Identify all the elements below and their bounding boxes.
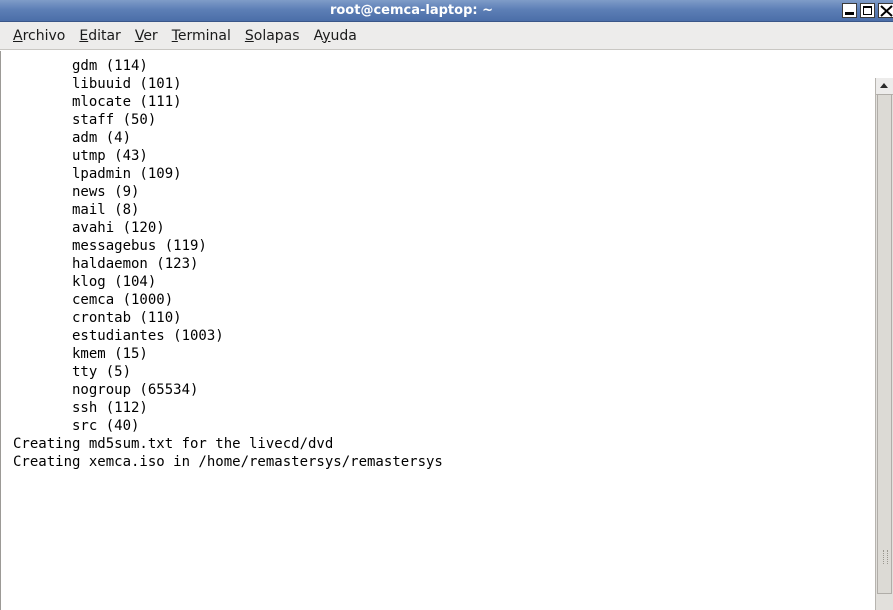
maximize-button[interactable] [860, 3, 875, 18]
terminal-line: utmp (43) [13, 148, 148, 164]
menu-solapas[interactable]: Solapas [245, 28, 300, 44]
menu-editar[interactable]: Editar [79, 28, 120, 44]
terminal-line: mail (8) [13, 202, 140, 218]
terminal-line: cemca (1000) [13, 292, 174, 308]
close-icon [880, 5, 893, 17]
terminal-line: Creating xemca.iso in /home/remastersys/… [13, 454, 443, 470]
menu-ayuda[interactable]: Ayuda [314, 28, 357, 44]
terminal-line: ssh (112) [13, 400, 148, 416]
terminal-line: libuuid (101) [13, 76, 182, 92]
vertical-scrollbar[interactable] [875, 78, 893, 610]
scroll-thumb[interactable] [877, 94, 892, 594]
terminal-line: avahi (120) [13, 220, 165, 236]
terminal-line: adm (4) [13, 130, 132, 146]
terminal-line: klog (104) [13, 274, 157, 290]
menu-terminal[interactable]: Terminal [172, 28, 231, 44]
terminal-output: gdm (114) libuuid (101) mlocate (111) st… [13, 57, 443, 471]
menu-bar: Archivo Editar Ver Terminal Solapas Ayud… [0, 22, 893, 50]
terminal-line: crontab (110) [13, 310, 182, 326]
terminal-line: tty (5) [13, 364, 132, 380]
grip-icon [883, 550, 888, 564]
menu-archivo[interactable]: Archivo [13, 28, 65, 44]
title-bar[interactable]: root@cemca-laptop: ~ [0, 0, 893, 22]
minimize-button[interactable] [842, 3, 857, 18]
terminal-line: mlocate (111) [13, 94, 182, 110]
terminal-line: estudiantes (1003) [13, 328, 224, 344]
terminal-line: gdm (114) [13, 58, 148, 74]
terminal-line: news (9) [13, 184, 140, 200]
terminal-area[interactable]: gdm (114) libuuid (101) mlocate (111) st… [0, 51, 876, 610]
terminal-line: lpadmin (109) [13, 166, 182, 182]
terminal-line: Creating md5sum.txt for the livecd/dvd [13, 436, 334, 452]
scroll-up-button[interactable] [876, 78, 893, 95]
window-title: root@cemca-laptop: ~ [329, 3, 494, 18]
close-button[interactable] [878, 3, 893, 18]
terminal-line: src (40) [13, 418, 140, 434]
terminal-line: kmem (15) [13, 346, 148, 362]
terminal-line: staff (50) [13, 112, 157, 128]
terminal-line: messagebus (119) [13, 238, 207, 254]
arrow-up-icon [880, 83, 888, 88]
terminal-line: nogroup (65534) [13, 382, 199, 398]
menu-ver[interactable]: Ver [135, 28, 158, 44]
terminal-line: haldaemon (123) [13, 256, 199, 272]
